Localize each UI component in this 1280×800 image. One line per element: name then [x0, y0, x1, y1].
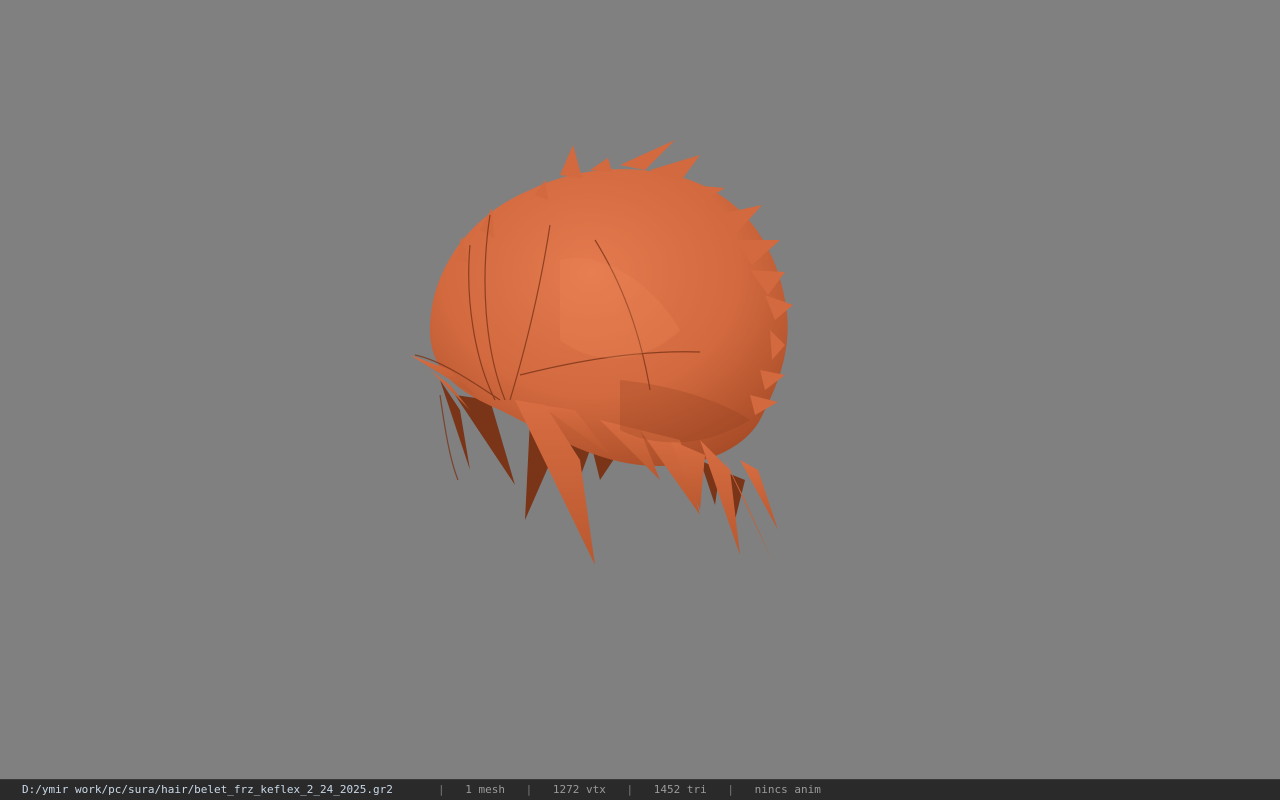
triangle-count: 1452 tri: [653, 783, 707, 796]
separator: |: [626, 783, 634, 796]
status-bar: D:/ymir work/pc/sura/hair/belet_frz_kefl…: [0, 779, 1280, 800]
separator: |: [438, 783, 445, 796]
separator: |: [525, 783, 533, 796]
hair-model-render[interactable]: [0, 0, 1280, 779]
3d-viewport[interactable]: [0, 0, 1280, 779]
vertex-count: 1272 vtx: [552, 783, 606, 796]
mesh-count: 1 mesh: [465, 783, 505, 796]
file-path-label: D:/ymir work/pc/sura/hair/belet_frz_kefl…: [22, 783, 393, 796]
animation-status: nincs anim: [754, 783, 821, 796]
mesh-info: | 1 mesh | 1272 vtx | 1452 tri | nincs a…: [438, 780, 835, 800]
separator: |: [727, 783, 734, 796]
